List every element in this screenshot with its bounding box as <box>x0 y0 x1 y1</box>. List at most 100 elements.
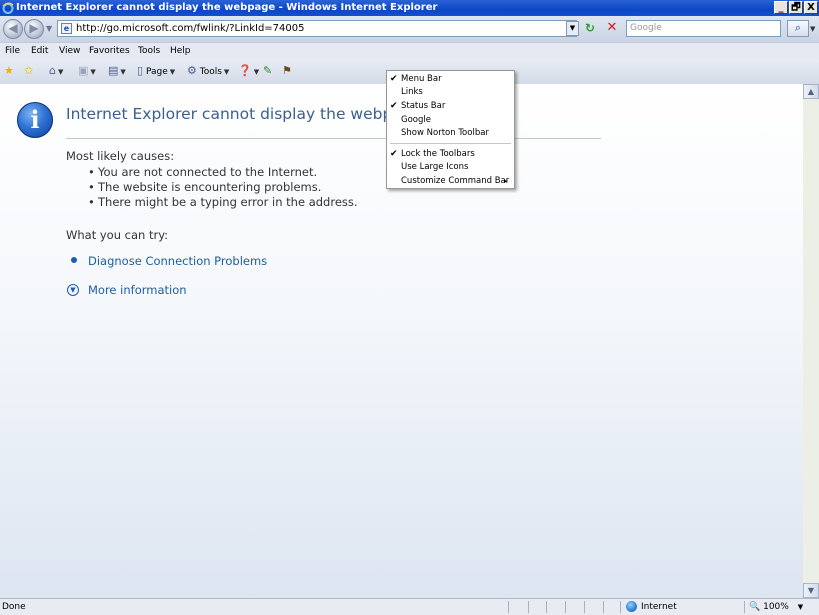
internet-zone-icon <box>626 601 637 612</box>
help-button[interactable]: ❓ ▼ <box>238 65 259 78</box>
check-icon: ✔ <box>390 101 398 111</box>
status-divider <box>584 601 585 613</box>
star-icon: ★ <box>4 64 14 77</box>
scroll-up-button[interactable]: ▲ <box>803 84 819 99</box>
bullet-icon: • <box>88 195 95 209</box>
page-icon: e <box>61 23 72 34</box>
back-button[interactable]: ◀ <box>3 19 23 39</box>
page-title: Internet Explorer cannot display the web… <box>66 105 422 123</box>
menu-item-status-bar[interactable]: ✔ Status Bar <box>387 100 514 113</box>
feed-icon: ▣ <box>78 64 89 77</box>
menu-item-label: Google <box>401 115 431 125</box>
check-icon: ✔ <box>390 149 398 159</box>
back-arrow-icon: ◀ <box>8 21 18 35</box>
addon-button[interactable]: ⚑ <box>282 65 292 78</box>
restore-button[interactable]: 🗗 <box>789 1 803 14</box>
security-zone-label[interactable]: Internet <box>641 601 677 613</box>
causes-heading: Most likely causes: <box>66 149 175 163</box>
stop-icon[interactable]: ✕ <box>605 21 619 35</box>
addon-icon: ⚑ <box>282 64 292 77</box>
status-divider <box>508 601 509 613</box>
zoom-level-button[interactable]: 🔍 100% ▼ <box>749 601 803 613</box>
recent-pages-dropdown-icon[interactable]: ▼ <box>46 24 52 33</box>
close-button[interactable]: X <box>804 1 818 14</box>
expand-circle-icon[interactable]: ▼ <box>67 284 79 296</box>
menu-view[interactable]: View <box>59 46 80 57</box>
menu-item-lock-toolbars[interactable]: ✔ Lock the Toolbars <box>387 148 514 161</box>
menu-item-customize-command-bar[interactable]: Customize Command Bar ▸ <box>387 175 514 188</box>
feeds-button[interactable]: ▣ ▼ <box>78 65 96 78</box>
search-button[interactable]: ⌕ <box>787 20 809 37</box>
tools-menu-label: Tools <box>199 67 222 77</box>
favorites-center-button[interactable]: ★ <box>4 65 14 78</box>
forward-arrow-icon: ▶ <box>29 21 39 35</box>
menu-bar: File Edit View Favorites Tools Help <box>0 42 819 61</box>
bullet-icon: • <box>88 165 95 179</box>
toolbar-context-menu: ✔ Menu Bar Links ✔ Status Bar Google Sho… <box>386 70 515 189</box>
search-input[interactable]: Google <box>626 20 781 37</box>
submenu-arrow-icon: ▸ <box>504 177 508 185</box>
menu-item-label: Customize Command Bar <box>401 176 510 186</box>
chevron-down-icon: ▼ <box>169 68 176 76</box>
refresh-icon[interactable]: ↻ <box>585 22 595 35</box>
check-icon: ✔ <box>390 74 398 84</box>
chevron-down-icon: ▼ <box>223 68 230 76</box>
cause-item: There might be a typing error in the add… <box>98 195 358 209</box>
home-button[interactable]: ⌂ ▼ <box>49 65 63 78</box>
try-heading: What you can try: <box>66 228 169 242</box>
menu-item-links[interactable]: Links <box>387 86 514 99</box>
help-icon: ❓ <box>238 64 252 77</box>
menu-item-label: Lock the Toolbars <box>401 149 475 159</box>
forward-button[interactable]: ▶ <box>24 19 44 39</box>
cause-item: The website is encountering problems. <box>98 180 322 194</box>
menu-file[interactable]: File <box>5 46 20 57</box>
menu-edit[interactable]: Edit <box>31 46 48 57</box>
address-url[interactable]: http://go.microsoft.com/fwlink/?LinkId=7… <box>76 22 304 35</box>
zoom-level: 100% <box>763 602 789 612</box>
title-divider <box>66 138 601 139</box>
menu-help[interactable]: Help <box>170 46 191 57</box>
print-button[interactable]: ▤ ▼ <box>108 65 126 78</box>
page-menu-label: Page <box>145 67 168 77</box>
menu-item-label: Show Norton Toolbar <box>401 128 489 138</box>
minimize-button[interactable]: _ <box>774 1 788 14</box>
search-options-dropdown-icon[interactable]: ▼ <box>810 25 815 33</box>
more-information-link[interactable]: More information <box>88 283 187 297</box>
menu-favorites[interactable]: Favorites <box>89 46 130 57</box>
research-button[interactable]: ✎ <box>263 65 272 78</box>
printer-icon: ▤ <box>108 64 119 77</box>
status-text: Done <box>2 602 26 612</box>
window-controls: _ 🗗 X <box>774 1 818 14</box>
menu-item-google[interactable]: Google <box>387 114 514 127</box>
menu-item-menu-bar[interactable]: ✔ Menu Bar <box>387 73 514 86</box>
page-menu-button[interactable]: ▯ Page ▼ <box>137 65 175 78</box>
title-bar: Internet Explorer cannot display the web… <box>0 0 819 16</box>
ie-logo-icon <box>2 2 14 14</box>
tools-menu-button[interactable]: ⚙ Tools ▼ <box>187 65 229 78</box>
status-bar: Done Internet 🔍 100% ▼ <box>0 598 819 615</box>
menu-item-use-large-icons[interactable]: Use Large Icons <box>387 161 514 174</box>
page-icon: ▯ <box>137 64 144 77</box>
chevron-down-icon: ▼ <box>569 24 576 32</box>
menu-tools[interactable]: Tools <box>138 46 160 57</box>
menu-item-show-norton-toolbar[interactable]: Show Norton Toolbar <box>387 127 514 140</box>
diagnose-bullet-icon <box>71 257 77 263</box>
address-input[interactable]: e http://go.microsoft.com/fwlink/?LinkId… <box>57 20 577 37</box>
diagnose-connection-link[interactable]: Diagnose Connection Problems <box>88 254 267 268</box>
vertical-scrollbar[interactable] <box>803 84 819 598</box>
bullet-icon: • <box>88 180 95 194</box>
address-dropdown-button[interactable]: ▼ <box>566 21 579 36</box>
menu-item-label: Menu Bar <box>401 74 442 84</box>
chevron-up-icon: ▲ <box>807 87 815 96</box>
chevron-down-icon: ▼ <box>797 603 804 611</box>
chevron-down-icon: ▼ <box>807 586 815 595</box>
chevron-down-icon: ▼ <box>120 68 126 76</box>
chevron-down-icon: ▼ <box>253 68 260 76</box>
research-icon: ✎ <box>263 64 273 77</box>
status-divider <box>603 601 604 613</box>
address-toolbar: ◀ ▶ ▼ e http://go.microsoft.com/fwlink/?… <box>0 16 819 42</box>
status-divider <box>620 601 621 613</box>
scroll-down-button[interactable]: ▼ <box>803 583 819 598</box>
status-divider <box>528 601 529 613</box>
add-favorites-button[interactable]: ✩ <box>24 65 33 78</box>
